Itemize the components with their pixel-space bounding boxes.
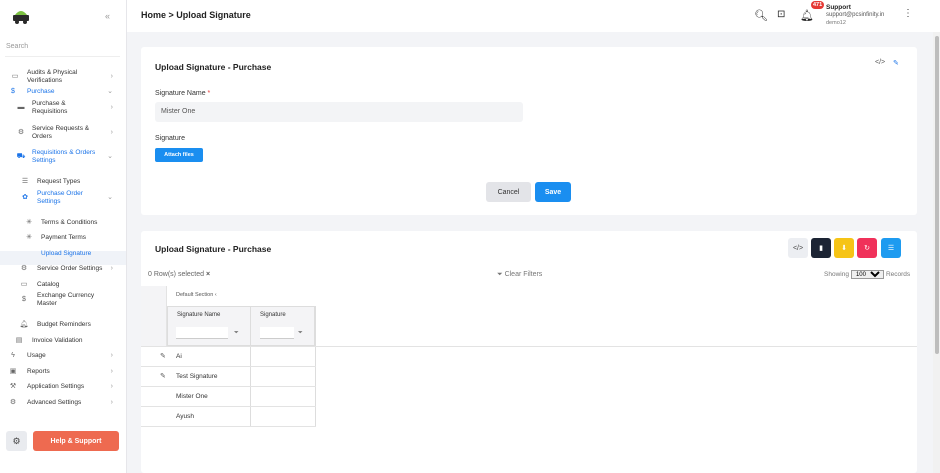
sidebar-search-input[interactable]: Search — [6, 43, 28, 50]
bell-icon[interactable]: 🔔︎ — [800, 9, 814, 22]
bolt-icon: ϟ — [11, 352, 15, 359]
bell-icon: 🔔︎ — [19, 321, 29, 328]
rows-selected-status: 0 Row(s) selected × — [148, 271, 211, 278]
chevron-down-icon: ⌄ — [107, 153, 113, 160]
signature-grid-card: Upload Signature - Purchase </> ▮ ⬇ ↻ ☰ … — [141, 231, 917, 473]
signature-filter-input[interactable] — [260, 327, 294, 339]
sidebar: « Search ▭ Audits & Physical Verificatio… — [0, 0, 127, 473]
code-view-button[interactable]: </> — [788, 238, 808, 258]
clear-filters-button[interactable]: ⏷ Clear Filters — [497, 271, 542, 279]
row-divider — [141, 346, 917, 347]
refresh-icon: ↻ — [864, 245, 870, 252]
row-divider — [141, 366, 316, 367]
row-divider — [141, 406, 316, 407]
page-size-select[interactable]: 100 — [850, 270, 884, 279]
download-button[interactable]: ⬇ — [834, 238, 854, 258]
chevron-down-icon: ⌄ — [107, 88, 113, 95]
filter-icon[interactable]: ⏷ — [234, 330, 239, 337]
attach-files-button[interactable]: Attach files — [155, 148, 203, 162]
chevron-right-icon: › — [110, 399, 113, 406]
chevron-right-icon: › — [110, 383, 113, 390]
top-header: Home > Upload Signature 🔍︎ ⊡ 🔔︎ 471 Supp… — [127, 0, 940, 32]
row-divider — [141, 386, 316, 387]
user-email: support@pcsinfinity.in — [826, 12, 885, 18]
help-support-button[interactable]: Help & Support — [33, 431, 119, 451]
breadcrumb: Home > Upload Signature — [141, 10, 251, 20]
page-scrollbar[interactable] — [933, 32, 940, 473]
user-name[interactable]: Support — [826, 4, 851, 11]
form-title: Upload Signature - Purchase — [155, 62, 272, 72]
catalog-icon: ▭ — [20, 281, 28, 288]
grid-row-header-gutter — [141, 286, 167, 346]
table-row[interactable]: Mister One — [176, 393, 208, 400]
gears-icon: ⚙ — [9, 399, 17, 406]
document-button[interactable]: ▮ — [811, 238, 831, 258]
dollar-icon: $ — [11, 88, 15, 95]
company-logo — [13, 11, 29, 24]
gears-icon: ⚙ — [12, 435, 21, 446]
code-icon[interactable]: </> — [875, 59, 885, 66]
signature-name-label: Signature Name * — [155, 90, 211, 97]
edit-pencil-icon[interactable]: ✎ — [160, 352, 166, 360]
edit-pencil-icon[interactable]: ✎ — [893, 59, 899, 67]
edit-pencil-icon[interactable]: ✎ — [160, 372, 166, 380]
column-header-signature[interactable]: Signature — [260, 312, 286, 318]
barcode-scan-icon[interactable]: ⊡ — [777, 9, 785, 20]
filter-icon: ⏷ — [497, 271, 503, 278]
scrollbar-thumb[interactable] — [935, 36, 939, 354]
double-chevron-left-icon[interactable]: « — [105, 11, 110, 21]
user-company: demo12 — [826, 20, 846, 26]
chevron-right-icon: › — [110, 352, 113, 359]
kebab-menu-icon[interactable]: ⋮ — [903, 8, 913, 19]
download-icon: ⬇ — [841, 245, 847, 252]
wrench-icon: ⚒ — [9, 383, 17, 390]
chevron-right-icon: › — [110, 104, 113, 111]
refresh-button[interactable]: ↻ — [857, 238, 877, 258]
report-icon: ▣ — [9, 368, 17, 375]
grid-title: Upload Signature - Purchase — [155, 244, 272, 254]
column-header-signature-name[interactable]: Signature Name — [177, 312, 220, 318]
cancel-button[interactable]: Cancel — [486, 182, 531, 202]
chevron-right-icon: › — [110, 265, 113, 272]
sidebar-item-audits[interactable]: ▭ Audits & Physical Verifications › — [0, 68, 127, 85]
chevron-right-icon: › — [110, 368, 113, 375]
signature-label: Signature — [155, 135, 185, 142]
gears-icon: ⚙ — [17, 129, 25, 136]
table-row[interactable]: Ai — [176, 353, 182, 360]
filter-icon[interactable]: ⏷ — [298, 330, 303, 337]
column-settings-button[interactable]: ☰ — [881, 238, 901, 258]
table-row[interactable]: Ayush — [176, 413, 194, 420]
zoom-search-icon[interactable]: 🔍︎ — [754, 9, 768, 22]
clear-selection-icon[interactable]: × — [206, 271, 210, 278]
save-button[interactable]: Save — [535, 182, 571, 202]
gear-icon: ⚙ — [20, 265, 28, 272]
document-icon: ▤ — [15, 337, 23, 344]
list-icon: ☰ — [21, 178, 29, 185]
chevron-left-icon: ‹ — [214, 292, 217, 298]
notification-badge: 471 — [811, 1, 825, 9]
asterisk-icon: ✳ — [26, 219, 32, 226]
chevron-right-icon: › — [110, 129, 113, 136]
page-size-control: Showing 100 Records — [824, 270, 910, 279]
audit-icon: ▭ — [11, 72, 19, 80]
default-section-label[interactable]: Default Section ‹ — [176, 292, 217, 298]
ticket-icon: ▬ — [17, 104, 25, 111]
row-divider — [141, 426, 316, 427]
dollar-icon: $ — [22, 296, 26, 303]
asterisk-icon: ✳ — [26, 234, 32, 241]
signature-name-filter-input[interactable] — [176, 327, 228, 339]
table-row[interactable]: Test Signature — [176, 373, 218, 380]
code-icon: </> — [792, 244, 804, 252]
search-underline — [5, 56, 120, 57]
chevron-right-icon: › — [110, 72, 113, 80]
settings-sliders-icon: ☰ — [887, 245, 895, 252]
required-mark: * — [207, 90, 211, 97]
document-icon: ▮ — [819, 245, 823, 252]
settings-gear-button[interactable]: ⚙ — [6, 431, 27, 451]
gear-icon: ✿ — [22, 194, 28, 201]
chevron-down-icon: ⌄ — [107, 194, 113, 201]
cart-icon: ⛟ — [16, 153, 26, 160]
upload-signature-form-card: Upload Signature - Purchase </> ✎ Signat… — [141, 47, 917, 215]
signature-name-input[interactable]: Mister One — [155, 102, 523, 122]
